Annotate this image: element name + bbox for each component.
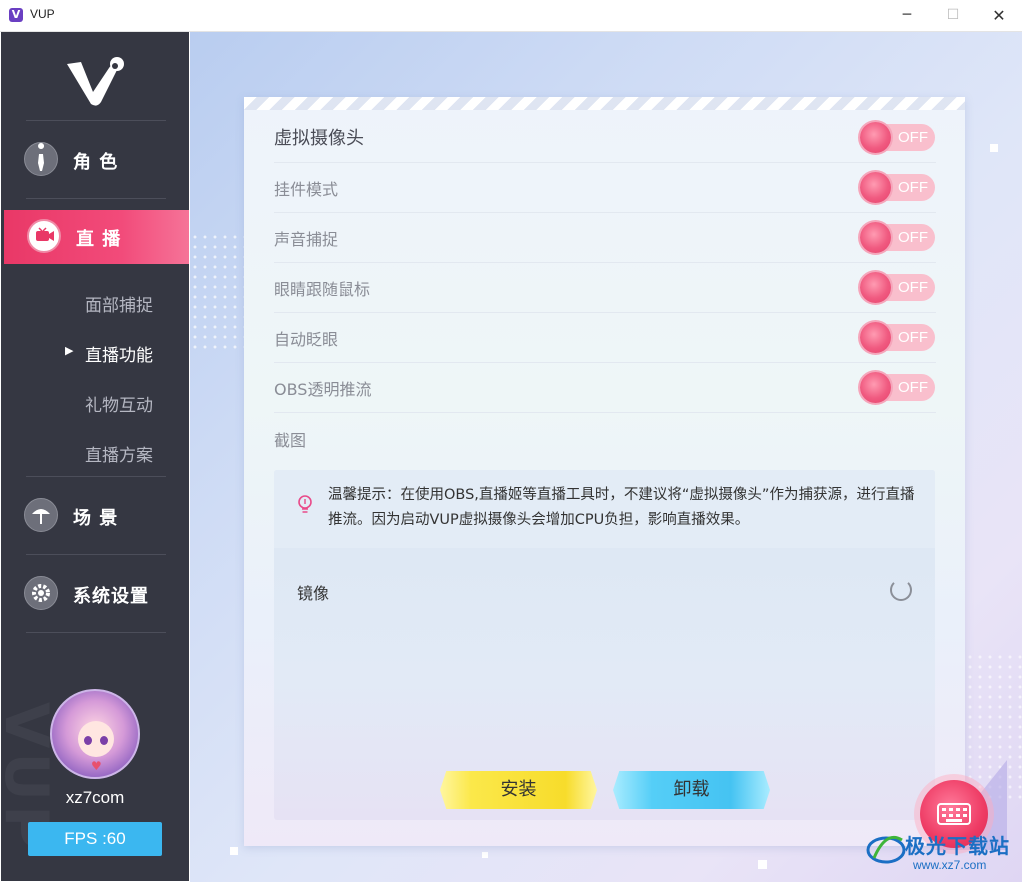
scene-umbrella-icon [24, 498, 58, 532]
subnav-item-gift-interaction[interactable]: 礼物互动 [1, 382, 189, 422]
obs-transparent-toggle[interactable]: OFF [860, 372, 935, 403]
auto-blink-toggle[interactable]: OFF [860, 322, 935, 353]
toggle-state: OFF [898, 179, 928, 196]
site-watermark-name: 极光下载站 [905, 834, 1010, 858]
subnav-item-label: 直播方案 [85, 446, 153, 466]
gear-icon [24, 576, 58, 610]
nav-item-scene[interactable]: 场 景 [1, 489, 189, 543]
toggle-knob [860, 122, 891, 153]
toggle-state: OFF [898, 129, 928, 146]
setting-label: 自动眨眼 [274, 330, 339, 349]
sidebar: 角 色 直 播 面部捕捉 ▶ 直播功能 礼物互动 直播方案 场 景 系统设置 V… [1, 32, 189, 881]
current-indicator-icon: ▶ [65, 344, 74, 357]
nav-item-label: 直 播 [76, 229, 122, 250]
pendant-mode-toggle[interactable]: OFF [860, 172, 935, 203]
setting-label: 挂件模式 [274, 180, 339, 199]
fps-badge: FPS :60 [28, 822, 162, 856]
toggle-state: OFF [898, 279, 928, 296]
sidebar-divider [26, 554, 166, 555]
toggle-knob [860, 172, 891, 203]
setting-label: 眼睛跟随鼠标 [274, 280, 371, 299]
setting-row-obs-transparent: OBS透明推流 OFF [274, 362, 936, 413]
subnav-item-face-capture[interactable]: 面部捕捉 [1, 282, 189, 322]
lightbulb-icon [298, 495, 312, 513]
setting-row-pendant-mode: 挂件模式 OFF [274, 162, 936, 213]
subnav-item-label: 直播功能 [85, 346, 153, 366]
heart-icon: ♥ [91, 759, 102, 773]
setting-row-auto-blink: 自动眨眼 OFF [274, 312, 936, 363]
minimize-button[interactable]: ─ [884, 0, 930, 31]
sidebar-divider [26, 198, 166, 199]
avatar[interactable]: ♥ [50, 689, 140, 779]
loading-spinner-icon [890, 579, 912, 601]
nav-item-label: 系统设置 [73, 586, 149, 607]
panel-header-stripe [244, 97, 965, 110]
sidebar-divider [26, 120, 166, 121]
tip-box: 温馨提示：在使用OBS,直播姬等直播工具时，不建议将“虚拟摄像头”作为捕获源，进… [274, 470, 935, 548]
setting-label: OBS透明推流 [274, 380, 372, 399]
toggle-knob [860, 272, 891, 303]
maximize-button[interactable]: ☐ [930, 0, 976, 31]
subnav-item-live-features[interactable]: ▶ 直播功能 [1, 332, 189, 372]
toggle-knob [860, 372, 891, 403]
toggle-state: OFF [898, 229, 928, 246]
setting-row-eye-follow-mouse: 眼睛跟随鼠标 OFF [274, 262, 936, 313]
decorative-dots [190, 232, 245, 352]
subnav-item-live-plan[interactable]: 直播方案 [1, 432, 189, 472]
setting-row-virtual-camera: 虚拟摄像头 OFF [274, 112, 936, 163]
username: xz7com [65, 788, 125, 807]
decorative-square [482, 852, 488, 858]
nav-item-label: 角 色 [73, 152, 119, 173]
setting-label: 虚拟摄像头 [274, 128, 364, 149]
live-camera-icon [27, 219, 61, 253]
nav-item-label: 场 景 [73, 508, 119, 529]
toggle-knob [860, 322, 891, 353]
nav-item-settings[interactable]: 系统设置 [1, 567, 189, 621]
toggle-state: OFF [898, 379, 928, 396]
nav-item-character[interactable]: 角 色 [1, 133, 189, 187]
install-button[interactable]: 安装 [440, 771, 597, 809]
decorative-square [758, 860, 767, 869]
subnav-item-label: 面部捕捉 [85, 296, 153, 316]
decorative-square [230, 847, 238, 855]
nav-item-live[interactable]: 直 播 [4, 210, 189, 264]
uninstall-button[interactable]: 卸载 [613, 771, 770, 809]
setting-row-audio-capture: 声音捕捉 OFF [274, 212, 936, 263]
tip-text: 温馨提示：在使用OBS,直播姬等直播工具时，不建议将“虚拟摄像头”作为捕获源，进… [328, 487, 915, 528]
setting-label: 声音捕捉 [274, 230, 339, 249]
app-logo-icon: V [9, 8, 23, 22]
site-watermark-url: www.xz7.com [913, 858, 987, 872]
audio-capture-toggle[interactable]: OFF [860, 222, 935, 253]
live-features-panel: 虚拟摄像头 OFF 挂件模式 OFF 声音捕捉 OFF 眼睛跟随鼠标 OFF 自… [244, 97, 965, 846]
screenshot-subpanel: 温馨提示：在使用OBS,直播姬等直播工具时，不建议将“虚拟摄像头”作为捕获源，进… [274, 470, 935, 820]
site-watermark-logo [866, 835, 906, 864]
subnav-item-label: 礼物互动 [85, 396, 153, 416]
decorative-square [990, 144, 998, 152]
toggle-knob [860, 222, 891, 253]
window-title: VUP [30, 7, 55, 21]
eye-follow-mouse-toggle[interactable]: OFF [860, 272, 935, 303]
close-button[interactable]: ✕ [976, 0, 1022, 31]
character-icon [24, 142, 58, 176]
screenshot-label[interactable]: 截图 [274, 427, 306, 451]
mirror-label: 镜像 [297, 584, 330, 603]
toggle-state: OFF [898, 329, 928, 346]
avatar-eye [84, 736, 92, 745]
title-bar: V VUP ─ ☐ ✕ [0, 0, 1022, 32]
avatar-eye [100, 736, 108, 745]
sidebar-divider [26, 632, 166, 633]
app-window: V VUP ─ ☐ ✕ 角 色 直 播 面部捕捉 ▶ 直播功能 礼物互动 直播方… [0, 0, 1022, 882]
virtual-camera-toggle[interactable]: OFF [860, 122, 935, 153]
vup-brand-logo [67, 57, 124, 106]
sidebar-divider [26, 476, 166, 477]
keyboard-icon [937, 803, 971, 825]
